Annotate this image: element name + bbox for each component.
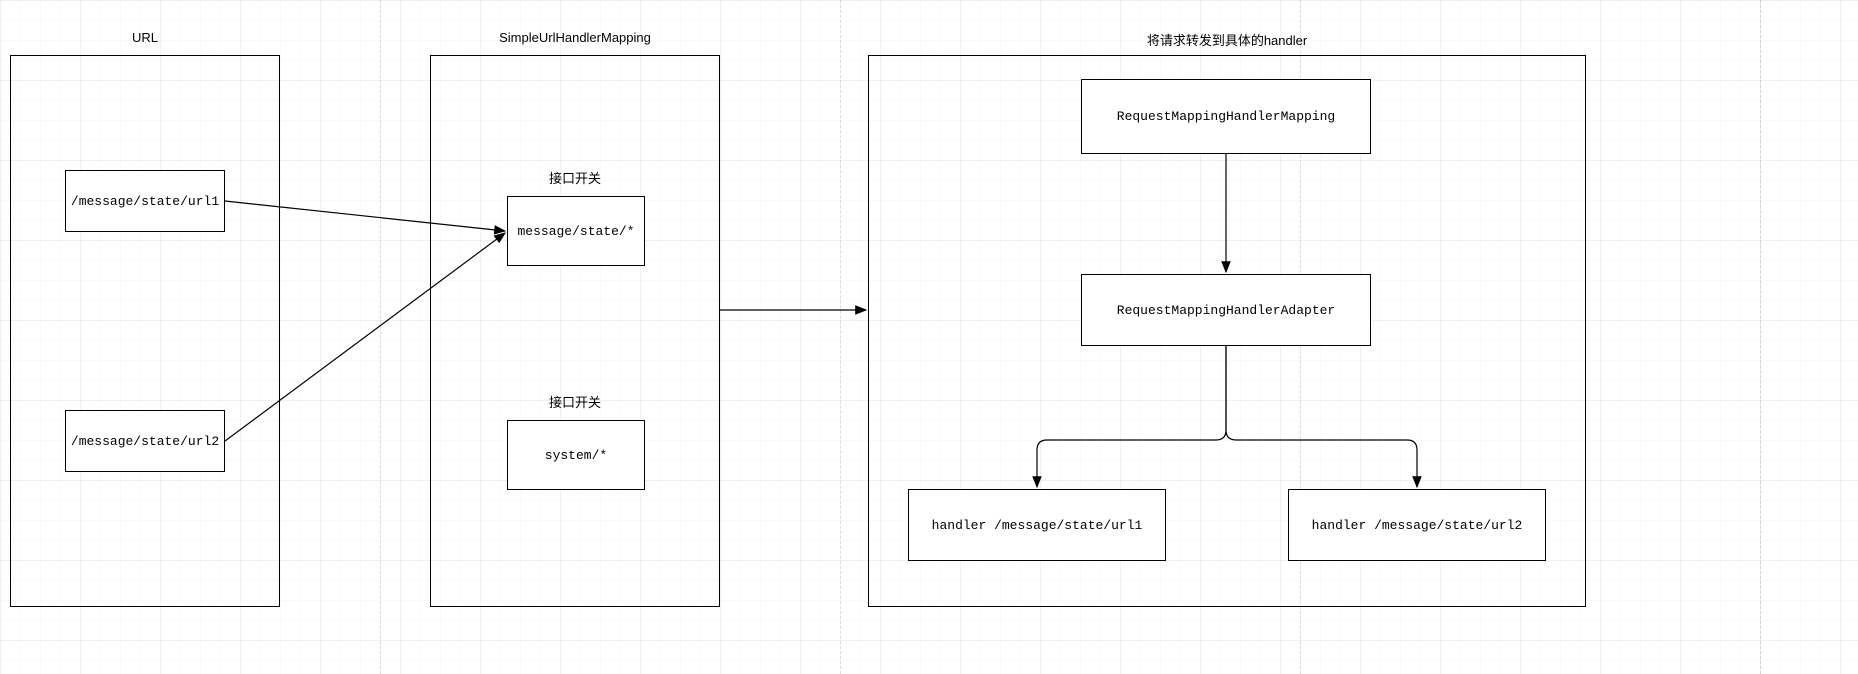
- box-url2: /message/state/url2: [65, 410, 225, 472]
- group-title-url: URL: [10, 30, 280, 45]
- box-pattern-system: system/*: [507, 420, 645, 490]
- group-url: [10, 55, 280, 607]
- page-rule: [1760, 0, 1761, 674]
- box-pattern-message: message/state/*: [507, 196, 645, 266]
- diagram-canvas: URL /message/state/url1 /message/state/u…: [0, 0, 1858, 674]
- page-rule: [840, 0, 841, 674]
- box-request-mapping-handler-adapter: RequestMappingHandlerAdapter: [1081, 274, 1371, 346]
- group-mapping: [430, 55, 720, 607]
- box-handler-url1: handler /message/state/url1: [908, 489, 1166, 561]
- label-switch-2: 接口开关: [510, 392, 640, 411]
- box-url1: /message/state/url1: [65, 170, 225, 232]
- label-switch-1: 接口开关: [510, 168, 640, 187]
- group-title-handler: 将请求转发到具体的handler: [868, 30, 1586, 49]
- page-rule: [380, 0, 381, 674]
- box-request-mapping-handler-mapping: RequestMappingHandlerMapping: [1081, 79, 1371, 154]
- box-handler-url2: handler /message/state/url2: [1288, 489, 1546, 561]
- group-title-mapping: SimpleUrlHandlerMapping: [430, 30, 720, 45]
